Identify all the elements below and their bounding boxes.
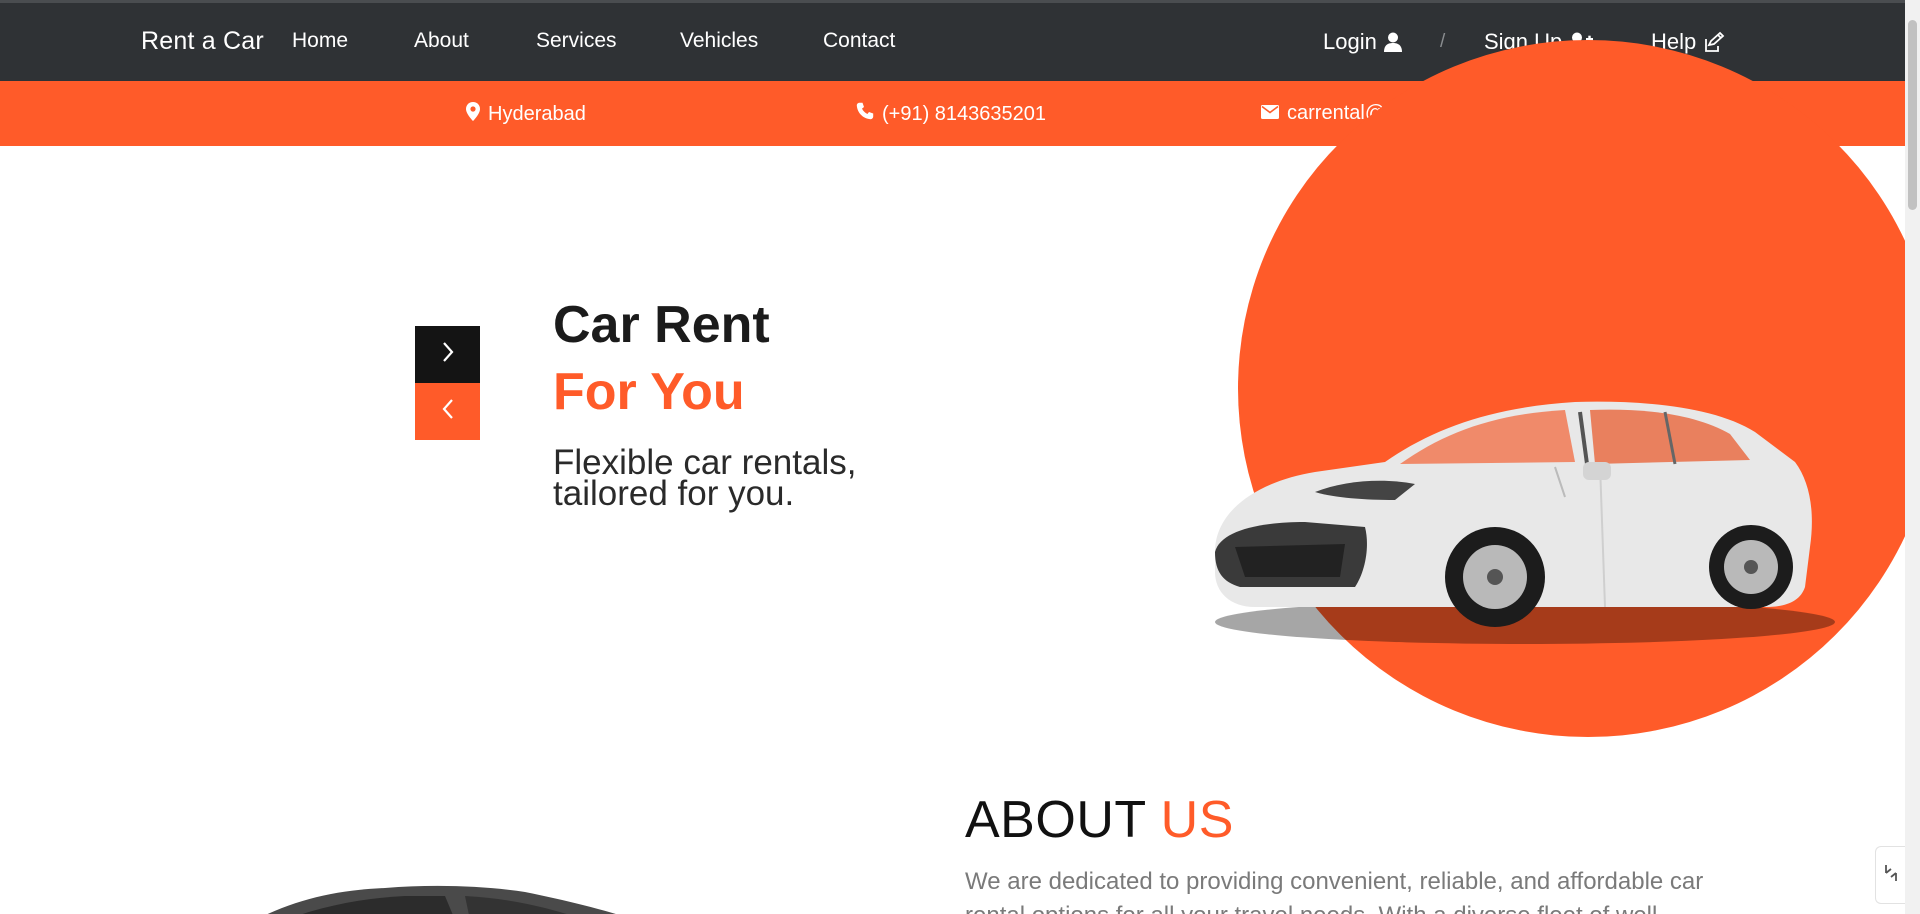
side-widget-tab[interactable] bbox=[1875, 846, 1905, 904]
nav-link-vehicles[interactable]: Vehicles bbox=[680, 29, 758, 53]
map-pin-icon bbox=[466, 102, 480, 127]
hero-subtitle: Flexible car rentals, tailored for you. bbox=[553, 443, 857, 513]
login-label: Login bbox=[1323, 29, 1377, 54]
hero-car-image bbox=[1215, 401, 1835, 644]
location-info: Hyderabad bbox=[466, 102, 586, 127]
brand-logo[interactable]: Rent a Car bbox=[141, 27, 264, 56]
about-description: We are dedicated to providing convenient… bbox=[965, 868, 1704, 914]
about-title-main: ABOUT bbox=[965, 791, 1146, 849]
nav-link-contact[interactable]: Contact bbox=[823, 29, 895, 53]
about-title: ABOUT US bbox=[965, 790, 1234, 850]
envelope-icon bbox=[1261, 102, 1279, 125]
nav-separator: / bbox=[1440, 31, 1446, 52]
phone-icon bbox=[856, 102, 874, 126]
hero-title-line2: For You bbox=[553, 363, 745, 421]
page-scrollbar[interactable] bbox=[1905, 0, 1920, 914]
about-title-accent: US bbox=[1160, 791, 1234, 849]
nav-link-services[interactable]: Services bbox=[536, 29, 617, 53]
chevron-right-icon bbox=[440, 340, 456, 369]
slider-prev-button[interactable] bbox=[415, 383, 480, 440]
hero-title-line1: Car Rent bbox=[553, 296, 770, 354]
chevron-left-icon bbox=[440, 397, 456, 426]
about-car-image bbox=[267, 885, 616, 914]
slider-next-button[interactable] bbox=[415, 326, 480, 383]
login-link[interactable]: Login bbox=[1323, 29, 1402, 55]
nav-link-home[interactable]: Home bbox=[292, 29, 348, 53]
scrollbar-thumb[interactable] bbox=[1908, 20, 1917, 210]
phone-text: (+91) 8143635201 bbox=[882, 102, 1047, 125]
location-text: Hyderabad bbox=[488, 103, 586, 125]
user-icon bbox=[1383, 32, 1402, 52]
phone-info[interactable]: (+91) 8143635201 bbox=[856, 102, 1046, 126]
pencil-square-icon bbox=[1703, 31, 1725, 53]
nav-link-about[interactable]: About bbox=[414, 29, 469, 53]
expand-icon bbox=[1883, 863, 1899, 888]
